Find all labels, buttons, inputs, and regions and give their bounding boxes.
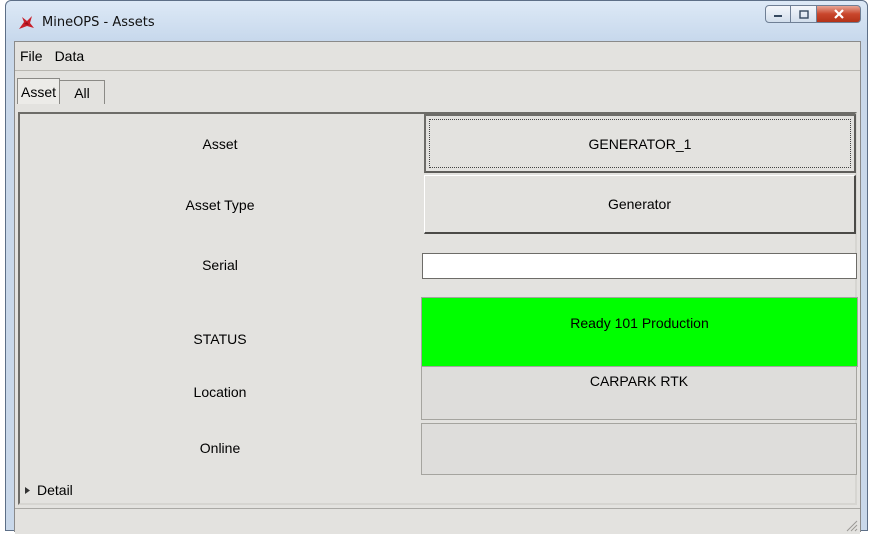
tab-asset[interactable]: Asset [17, 78, 60, 104]
resize-grip-icon[interactable] [844, 518, 858, 532]
online-field[interactable] [421, 423, 857, 475]
app-logo-icon [19, 16, 34, 29]
asset-type-label: Asset Type [185, 197, 255, 213]
asset-button[interactable]: GENERATOR_1 [424, 114, 856, 173]
title-bar[interactable]: MineOPS - Assets [6, 1, 867, 41]
triangle-right-icon [25, 486, 30, 494]
serial-input[interactable] [422, 253, 857, 279]
menu-file[interactable]: File [15, 48, 49, 64]
app-window: MineOPS - Assets File Data Asset All Ass… [5, 0, 868, 534]
status-label: STATUS [193, 331, 247, 347]
asset-label: Asset [202, 136, 238, 152]
location-field[interactable]: CARPARK RTK [421, 367, 857, 420]
maximize-icon [798, 9, 809, 19]
minimize-icon [774, 15, 782, 17]
status-bar [15, 508, 860, 534]
maximize-button[interactable] [791, 5, 817, 23]
menu-data[interactable]: Data [49, 48, 91, 64]
status-indicator[interactable]: Ready 101 Production [421, 297, 858, 367]
detail-expander[interactable]: Detail [24, 482, 73, 498]
menu-bar: File Data [15, 42, 860, 70]
minimize-button[interactable] [765, 5, 791, 23]
asset-type-button[interactable]: Generator [424, 175, 856, 234]
tab-all[interactable]: All [60, 80, 105, 104]
client-area: File Data Asset All Asset GENERATOR_1 As… [14, 41, 861, 534]
window-title: MineOPS - Assets [42, 15, 155, 30]
serial-label: Serial [202, 257, 238, 273]
close-icon [833, 9, 844, 19]
close-button[interactable] [817, 5, 861, 23]
location-label: Location [193, 384, 247, 400]
caption-buttons [765, 5, 861, 25]
asset-panel: Asset GENERATOR_1 Asset Type Generator S… [18, 112, 858, 505]
online-label: Online [199, 440, 241, 456]
tab-bar: Asset All [15, 70, 860, 105]
detail-label: Detail [37, 482, 73, 498]
